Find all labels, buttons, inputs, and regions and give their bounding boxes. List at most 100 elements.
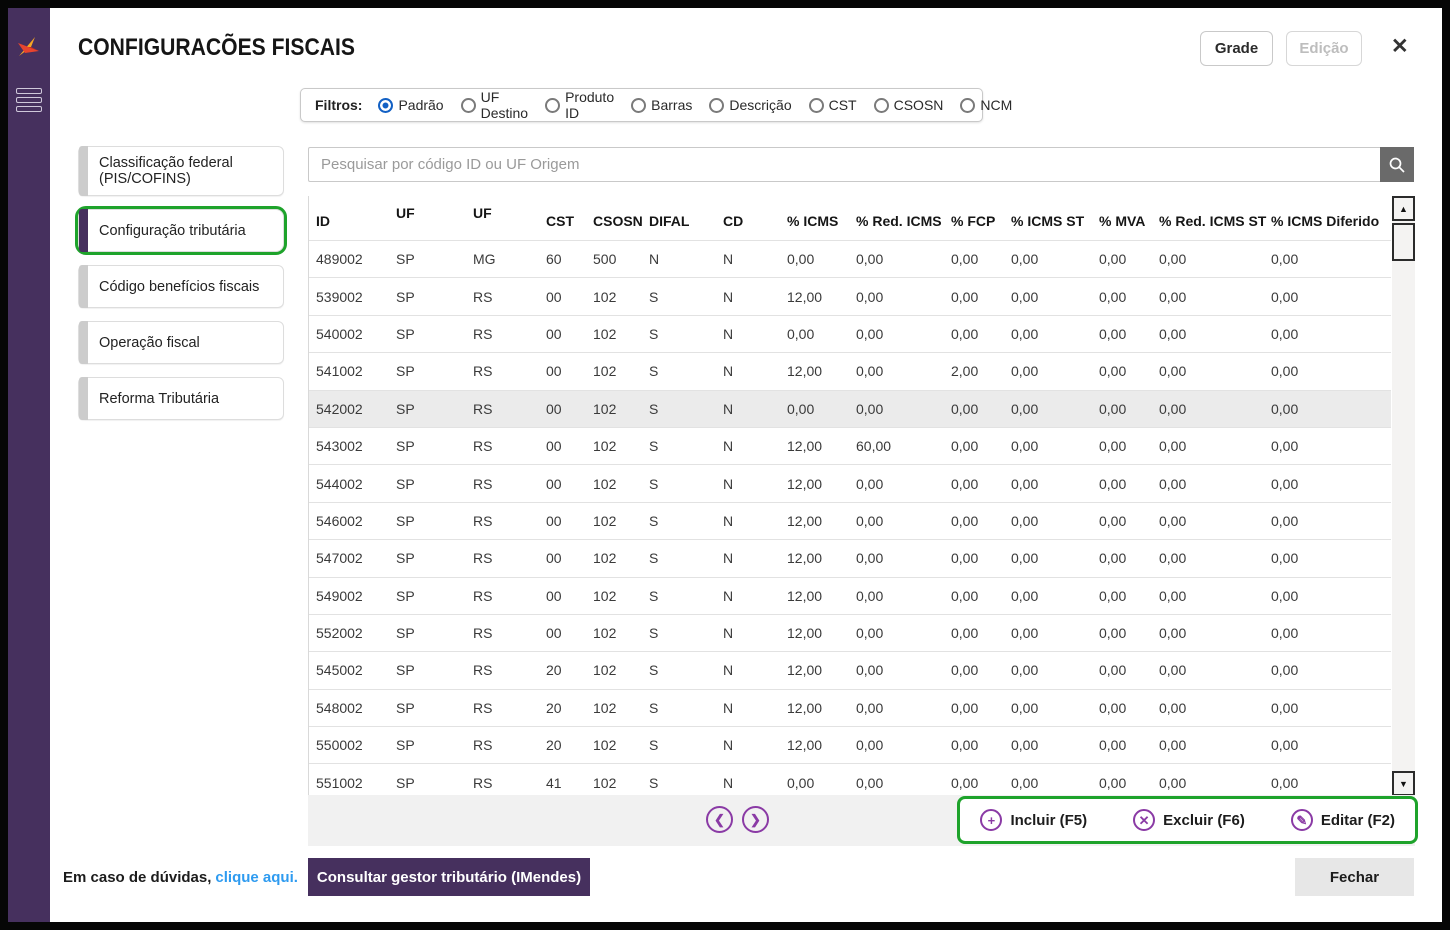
column-header[interactable]: UF [396,196,473,221]
column-header[interactable]: DIFAL [649,213,723,229]
radio-icon [461,98,476,113]
incluir-button[interactable]: +Incluir (F5) [980,809,1087,831]
grade-button[interactable]: Grade [1200,31,1273,66]
table-row[interactable]: 540002SPRS00102SN0,000,000,000,000,000,0… [309,315,1391,352]
table-cell: SP [396,326,473,342]
table-cell: 489002 [316,251,396,267]
table-row[interactable]: 546002SPRS00102SN12,000,000,000,000,000,… [309,502,1391,539]
table-cell: N [723,289,787,305]
vertical-scrollbar[interactable]: ▲ ▼ [1392,196,1415,796]
sidebar-item[interactable]: Código benefícios fiscais [78,265,284,308]
scroll-up-icon[interactable]: ▲ [1392,196,1415,221]
table-cell: 00 [546,588,593,604]
table-row[interactable]: 545002SPRS20102SN12,000,000,000,000,000,… [309,651,1391,688]
column-header[interactable]: ID [316,213,396,229]
table-cell: S [649,513,723,529]
filter-option[interactable]: UF Destino [461,89,528,121]
sidebar-item[interactable]: Reforma Tributária [78,377,284,420]
table-row[interactable]: 543002SPRS00102SN12,0060,000,000,000,000… [309,427,1391,464]
filter-option[interactable]: NCM [960,97,1012,113]
sidebar-item[interactable]: Classificação federal (PIS/COFINS) [78,146,284,196]
filter-option[interactable]: Barras [631,97,692,113]
table-row[interactable]: 547002SPRS00102SN12,000,000,000,000,000,… [309,539,1391,576]
table-cell: 539002 [316,289,396,305]
table-row[interactable]: 541002SPRS00102SN12,000,002,000,000,000,… [309,352,1391,389]
filter-option[interactable]: Produto ID [545,89,614,121]
editar-button[interactable]: ✎Editar (F2) [1291,809,1395,831]
column-header[interactable]: CST [546,213,593,229]
table-cell: 102 [593,326,649,342]
sidebar-item[interactable]: Operação fiscal [78,321,284,364]
table-cell: 545002 [316,662,396,678]
filter-option[interactable]: Descrição [709,97,791,113]
table-cell: 102 [593,550,649,566]
consultar-gestor-button[interactable]: Consultar gestor tributário (IMendes) [308,858,590,896]
table-cell: N [723,326,787,342]
column-header[interactable]: % ICMS Diferido [1271,213,1391,229]
table-cell: 0,00 [856,737,951,753]
table-row[interactable]: 550002SPRS20102SN12,000,000,000,000,000,… [309,726,1391,763]
table-cell: 0,00 [856,625,951,641]
table-row[interactable]: 544002SPRS00102SN12,000,000,000,000,000,… [309,464,1391,501]
filter-option[interactable]: Padrão [378,97,443,113]
scrollbar-thumb[interactable] [1392,223,1415,261]
table-cell: 0,00 [951,476,1011,492]
table-cell: 0,00 [787,401,856,417]
filter-option[interactable]: CSOSN [874,97,944,113]
table-cell: 12,00 [787,588,856,604]
table-cell: 0,00 [856,363,951,379]
edicao-button[interactable]: Edição [1286,31,1362,66]
table-cell: 0,00 [1099,662,1159,678]
column-header[interactable]: % MVA [1099,213,1159,229]
table-cell: 0,00 [1011,326,1099,342]
table-cell: 20 [546,700,593,716]
table-row[interactable]: 542002SPRS00102SN0,000,000,000,000,000,0… [309,390,1391,427]
table-cell: 0,00 [1099,550,1159,566]
table-cell: 0,00 [856,326,951,342]
table-row[interactable]: 548002SPRS20102SN12,000,000,000,000,000,… [309,689,1391,726]
menu-icon[interactable] [16,88,42,115]
prev-page-icon[interactable]: ❮ [706,806,733,833]
table-cell: 102 [593,401,649,417]
table-cell: RS [473,401,546,417]
help-text: Em caso de dúvidas,clique aqui. [63,869,298,886]
sidebar-item[interactable]: Configuração tributária [78,209,284,252]
table-cell: 0,00 [951,401,1011,417]
table-row[interactable]: 489002SPMG60500NN0,000,000,000,000,000,0… [309,240,1391,277]
table-cell: 544002 [316,476,396,492]
filters-label: Filtros: [315,97,362,113]
close-icon[interactable]: ✕ [1391,36,1409,57]
table-row[interactable]: 551002SPRS41102SN0,000,000,000,000,000,0… [309,763,1391,796]
action-buttons: +Incluir (F5) ✕Excluir (F6) ✎Editar (F2) [957,796,1418,844]
column-header[interactable]: % ICMS ST [1011,213,1099,229]
column-header[interactable]: % FCP [951,213,1011,229]
next-page-icon[interactable]: ❯ [742,806,769,833]
table-cell: RS [473,289,546,305]
table-row[interactable]: 549002SPRS00102SN12,000,000,000,000,000,… [309,577,1391,614]
fechar-button[interactable]: Fechar [1295,858,1414,896]
column-header[interactable]: % Red. ICMS [856,213,951,229]
table-cell: 0,00 [1271,513,1391,529]
table-row[interactable]: 552002SPRS00102SN12,000,000,000,000,000,… [309,614,1391,651]
table-cell: RS [473,550,546,566]
scroll-down-icon[interactable]: ▼ [1392,771,1415,796]
excluir-button[interactable]: ✕Excluir (F6) [1133,809,1245,831]
table-cell: S [649,775,723,791]
filter-option[interactable]: CST [809,97,857,113]
table-cell: 0,00 [1159,775,1271,791]
column-header[interactable]: CSOSN [593,213,649,229]
column-header[interactable]: % Red. ICMS ST [1159,213,1271,229]
search-input[interactable] [308,147,1380,182]
filter-option-label: Padrão [398,97,443,113]
table-row[interactable]: 539002SPRS00102SN12,000,000,000,000,000,… [309,277,1391,314]
table-cell: 0,00 [1011,363,1099,379]
column-header[interactable]: CD [723,213,787,229]
sidebar-item-label: Classificação federal (PIS/COFINS) [99,155,271,187]
table-cell: 0,00 [1271,326,1391,342]
search-button[interactable] [1380,147,1414,182]
help-link[interactable]: clique aqui. [215,869,298,886]
table-cell: 0,00 [1159,363,1271,379]
column-header[interactable]: % ICMS [787,213,856,229]
column-header[interactable]: UF [473,196,546,221]
table-cell: 541002 [316,363,396,379]
